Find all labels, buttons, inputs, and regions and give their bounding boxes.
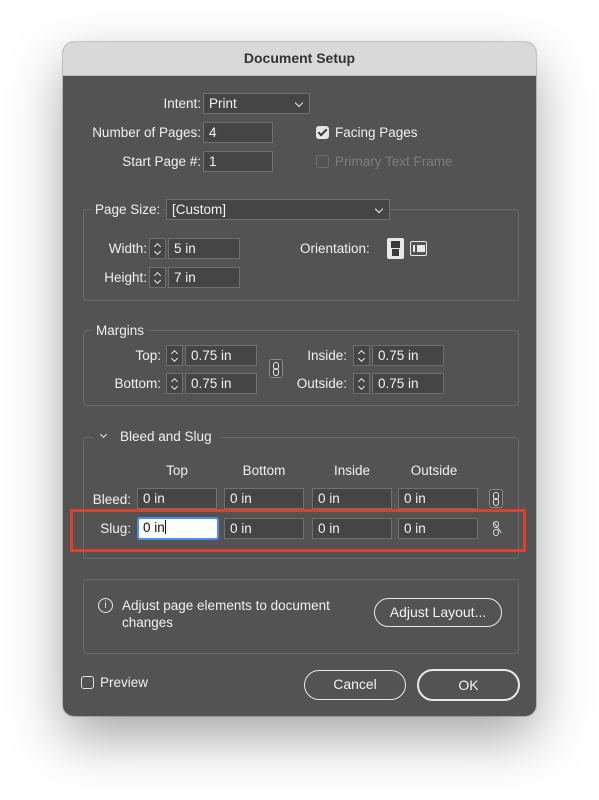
margin-bottom-label: Bottom: [114,376,161,391]
chevron-down-icon [99,430,108,439]
margin-top-stepper[interactable] [166,345,183,366]
orientation-label: Orientation: [300,241,370,256]
bleed-top-input[interactable]: 0 in [137,488,217,509]
bleed-slug-title: Bleed and Slug [120,429,212,444]
margin-bottom-stepper[interactable] [166,373,183,394]
page-size-label: Page Size: [91,202,165,218]
margins-title: Margins [92,323,149,339]
width-label: Width: [108,241,147,256]
number-of-pages-input[interactable]: 4 [203,122,273,143]
dialog-title: Document Setup [63,42,536,76]
column-bottom: Bottom [242,463,286,478]
intent-value: Print [209,96,237,111]
width-stepper[interactable] [149,238,166,259]
info-icon: i [98,598,113,613]
margin-outside-input[interactable]: 0.75 in [372,373,444,394]
margins-link-icon[interactable] [269,359,283,378]
cancel-button[interactable]: Cancel [304,670,406,700]
preview-checkbox[interactable] [81,676,94,689]
height-stepper[interactable] [149,267,166,288]
page-size-value: [Custom] [172,202,227,217]
facing-pages-label: Facing Pages [335,125,418,140]
ok-button[interactable]: OK [417,669,520,701]
adjust-layout-button[interactable]: Adjust Layout... [374,598,502,627]
margin-inside-input[interactable]: 0.75 in [372,345,444,366]
bleed-slug-header[interactable]: Bleed and Slug [93,429,221,445]
margins-group [83,330,519,406]
slug-highlight-box [70,509,526,552]
preview-label: Preview [100,675,149,690]
primary-text-frame-label: Primary Text Frame [335,154,453,169]
column-outside: Outside [410,463,458,478]
height-label: Height: [104,270,147,285]
portrait-orientation-icon[interactable] [387,238,404,259]
chevron-down-icon [294,98,304,108]
bleed-inside-input[interactable]: 0 in [312,488,392,509]
primary-text-frame-checkbox[interactable] [316,155,329,168]
margin-outside-stepper[interactable] [353,373,370,394]
column-top: Top [166,463,188,478]
landscape-orientation-icon[interactable] [410,241,427,256]
column-inside: Inside [333,463,371,478]
start-page-input[interactable]: 1 [203,151,273,172]
bleed-bottom-input[interactable]: 0 in [224,488,304,509]
page-size-dropdown[interactable]: [Custom] [166,199,390,220]
margin-outside-label: Outside: [296,376,347,391]
chevron-down-icon [374,204,384,214]
height-input[interactable]: 7 in [168,267,240,288]
bleed-link-icon[interactable] [489,489,503,508]
facing-pages-checkbox[interactable] [316,126,329,139]
intent-label: Intent: [163,96,201,111]
width-input[interactable]: 5 in [168,238,240,259]
margin-inside-stepper[interactable] [353,345,370,366]
bleed-label: Bleed: [92,492,131,507]
margin-bottom-input[interactable]: 0.75 in [185,373,257,394]
start-page-label: Start Page #: [122,154,201,169]
adjust-message: Adjust page elements to document changes [122,598,330,630]
document-setup-dialog: Document Setup Intent: Print Number of P… [63,42,536,716]
margin-top-label: Top: [135,348,161,363]
margin-top-input[interactable]: 0.75 in [185,345,257,366]
margin-inside-label: Inside: [307,348,347,363]
number-of-pages-label: Number of Pages: [92,125,201,140]
bleed-outside-input[interactable]: 0 in [398,488,478,509]
intent-dropdown[interactable]: Print [203,93,310,114]
